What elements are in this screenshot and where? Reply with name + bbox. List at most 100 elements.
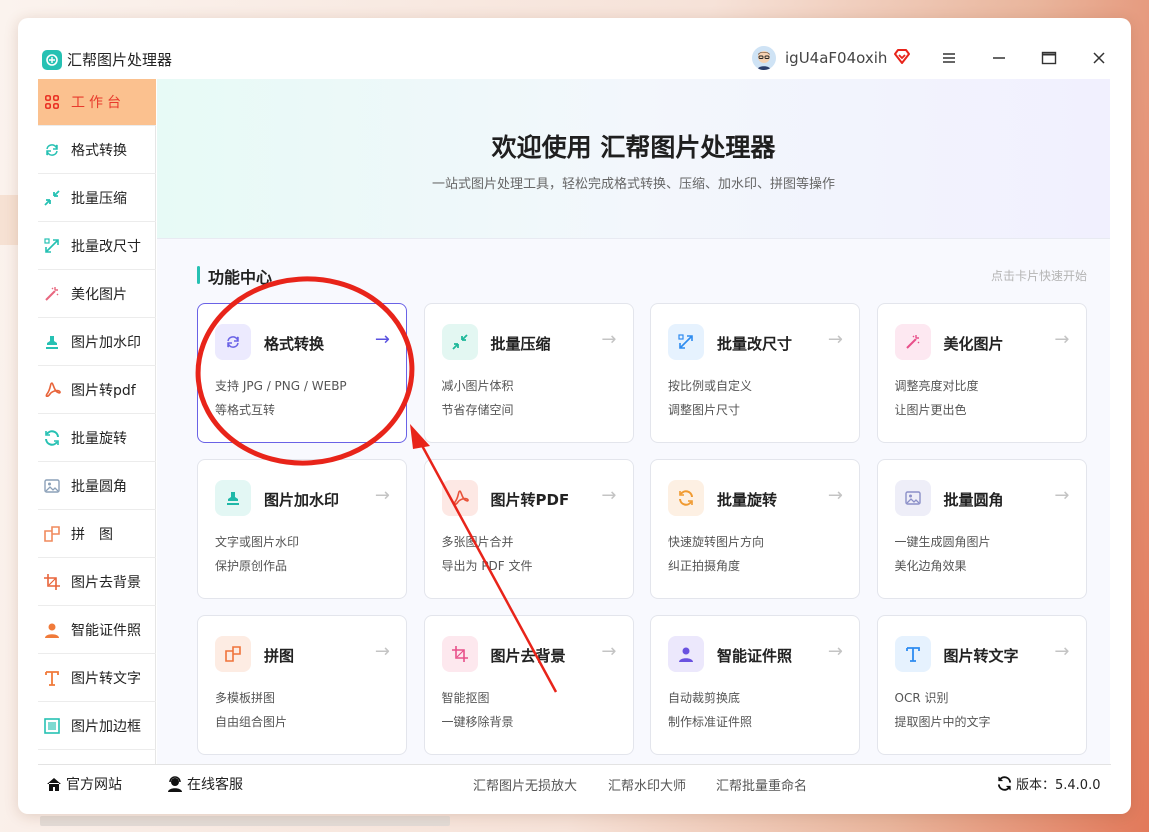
sidebar-item-8[interactable]: 批量圆角 <box>38 463 156 510</box>
card-title: 批量压缩 <box>490 335 551 353</box>
sidebar-item-6[interactable]: 图片转pdf <box>38 367 156 414</box>
page-title: 欢迎使用 汇帮图片处理器 <box>491 133 776 162</box>
rotate-icon <box>43 429 61 447</box>
card-title: 批量圆角 <box>943 491 1004 509</box>
online-support-label: 在线客服 <box>187 777 243 793</box>
text-icon <box>43 669 61 687</box>
feature-card-0[interactable]: 格式转换 → 支持 JPG / PNG / WEBP 等格式互转 <box>197 303 407 443</box>
footer-link-watermark[interactable]: 汇帮水印大师 <box>608 775 686 794</box>
magic-wand-icon <box>43 285 61 303</box>
arrow-right-icon: → <box>601 329 617 350</box>
sidebar-item-label: 批量圆角 <box>71 479 127 495</box>
menu-icon[interactable] <box>940 49 958 67</box>
feature-card-10[interactable]: 智能证件照 → 自动裁剪换底 制作标准证件照 <box>650 615 860 755</box>
sidebar-item-label: 图片加水印 <box>71 335 141 351</box>
crop-icon <box>441 636 478 672</box>
arrow-right-icon: → <box>1054 485 1070 506</box>
card-description: 自由组合图片 <box>215 715 288 729</box>
maximize-icon[interactable] <box>1040 49 1058 67</box>
feature-card-4[interactable]: 图片加水印 → 文字或图片水印 保护原创作品 <box>197 459 407 599</box>
card-title: 图片加水印 <box>264 491 340 509</box>
feature-card-6[interactable]: 批量旋转 → 快速旋转图片方向 纠正拍摄角度 <box>650 459 860 599</box>
feature-card-9[interactable]: 图片去背景 → 智能抠图 一键移除背景 <box>423 615 634 755</box>
card-description: 制作标准证件照 <box>668 715 753 729</box>
puzzle-icon <box>43 525 61 543</box>
sidebar-item-9[interactable]: 拼 图 <box>38 511 156 558</box>
sidebar-item-4[interactable]: 美化图片 <box>38 271 156 318</box>
sidebar-item-label: 拼 图 <box>71 527 113 543</box>
title-bar: 汇帮图片处理器 igU4aF04oxih <box>18 18 1131 78</box>
person-icon <box>668 636 704 672</box>
home-icon <box>47 778 61 791</box>
feature-card-3[interactable]: 美化图片 → 调整亮度对比度 让图片更出色 <box>876 303 1087 443</box>
card-description: 减小图片体积 <box>441 379 514 393</box>
arrow-right-icon: → <box>827 485 843 506</box>
card-description: 纠正拍摄角度 <box>668 559 741 573</box>
username[interactable]: igU4aF04oxih <box>785 48 887 68</box>
arrow-right-icon: → <box>601 485 617 506</box>
section-title: 功能中心 <box>208 268 273 287</box>
sidebar: 工作台格式转换 批量压缩批量改尺寸美化图片图片加水印图片转pdf 批量旋转批量圆角拼… <box>38 79 156 764</box>
sidebar-item-label: 工作台 <box>71 95 125 111</box>
sidebar-item-label: 图片转文字 <box>71 671 141 687</box>
support-icon <box>168 776 182 792</box>
sidebar-item-12[interactable]: 图片转文字 <box>38 655 156 702</box>
footer-bar: 官方网站 在线客服 汇帮图片无损放大 汇帮水印大师 汇帮批量重命名 版本：5.4… <box>38 764 1111 800</box>
app-title: 汇帮图片处理器 <box>67 51 173 69</box>
card-description: 让图片更出色 <box>894 403 967 417</box>
welcome-banner: 欢迎使用 汇帮图片处理器 一站式图片处理工具，轻松完成格式转换、压缩、加水印、拼… <box>157 79 1110 239</box>
card-description: 支持 JPG / PNG / WEBP <box>215 379 347 393</box>
version-info: 版本：5.4.0.0 <box>996 774 1100 793</box>
footer-link-upscale[interactable]: 汇帮图片无损放大 <box>473 775 577 794</box>
card-description: 多模板拼图 <box>215 691 276 705</box>
arrow-right-icon: → <box>1054 329 1070 350</box>
card-title: 批量旋转 <box>717 491 778 509</box>
person-icon <box>43 621 61 639</box>
image-icon <box>894 480 931 516</box>
feature-card-1[interactable]: 批量压缩 → 减小图片体积 节省存储空间 <box>423 303 634 443</box>
sidebar-item-label: 批量旋转 <box>71 431 127 447</box>
sidebar-item-label: 图片去背景 <box>71 575 141 591</box>
card-title: 批量改尺寸 <box>717 335 793 353</box>
sidebar-item-10[interactable]: 图片去背景 <box>38 559 156 606</box>
card-description: 调整亮度对比度 <box>894 379 979 393</box>
refresh-icon[interactable] <box>996 775 1013 792</box>
vip-diamond-icon[interactable] <box>892 47 912 67</box>
arrow-right-icon: → <box>827 329 843 350</box>
feature-card-5[interactable]: 图片转PDF → 多张图片合并 导出为 PDF 文件 <box>423 459 634 599</box>
feature-card-2[interactable]: 批量改尺寸 → 按比例或自定义 调整图片尺寸 <box>650 303 860 443</box>
card-description: OCR 识别 <box>894 691 949 705</box>
magic-wand-icon <box>894 324 931 360</box>
sidebar-item-3[interactable]: 批量改尺寸 <box>38 223 156 270</box>
card-title: 图片转PDF <box>490 491 570 509</box>
arrow-right-icon: → <box>827 641 843 662</box>
sidebar-item-2[interactable]: 批量压缩 <box>38 175 156 222</box>
official-website-link[interactable]: 官方网站 <box>45 774 122 794</box>
background-shadow <box>40 816 450 826</box>
section-hint: 点击卡片快速开始 <box>990 269 1087 283</box>
feature-card-8[interactable]: 拼图 → 多模板拼图 自由组合图片 <box>197 615 407 755</box>
feature-card-7[interactable]: 批量圆角 → 一键生成圆角图片 美化边角效果 <box>876 459 1087 599</box>
online-support-link[interactable]: 在线客服 <box>166 774 243 794</box>
card-description: 保护原创作品 <box>215 559 288 573</box>
sidebar-item-1[interactable]: 格式转换 <box>38 127 156 174</box>
feature-card-11[interactable]: 图片转文字 → OCR 识别 提取图片中的文字 <box>876 615 1087 755</box>
close-icon[interactable] <box>1090 49 1108 67</box>
card-description: 文字或图片水印 <box>215 535 300 549</box>
avatar[interactable] <box>752 46 776 70</box>
compress-icon <box>43 189 61 207</box>
pdf-icon <box>441 480 478 516</box>
card-description: 智能抠图 <box>441 691 490 705</box>
sidebar-item-11[interactable]: 智能证件照 <box>38 607 156 654</box>
card-description: 自动裁剪换底 <box>668 691 741 705</box>
footer-link-rename[interactable]: 汇帮批量重命名 <box>716 775 807 794</box>
minimize-icon[interactable] <box>990 49 1008 67</box>
sidebar-item-0[interactable]: 工作台 <box>38 79 156 126</box>
sidebar-item-5[interactable]: 图片加水印 <box>38 319 156 366</box>
sidebar-item-13[interactable]: 图片加边框 <box>38 703 156 750</box>
sidebar-item-label: 批量改尺寸 <box>71 239 141 255</box>
resize-icon <box>43 237 61 255</box>
sidebar-item-label: 智能证件照 <box>71 623 141 639</box>
sidebar-item-7[interactable]: 批量旋转 <box>38 415 156 462</box>
card-title: 智能证件照 <box>717 647 793 665</box>
